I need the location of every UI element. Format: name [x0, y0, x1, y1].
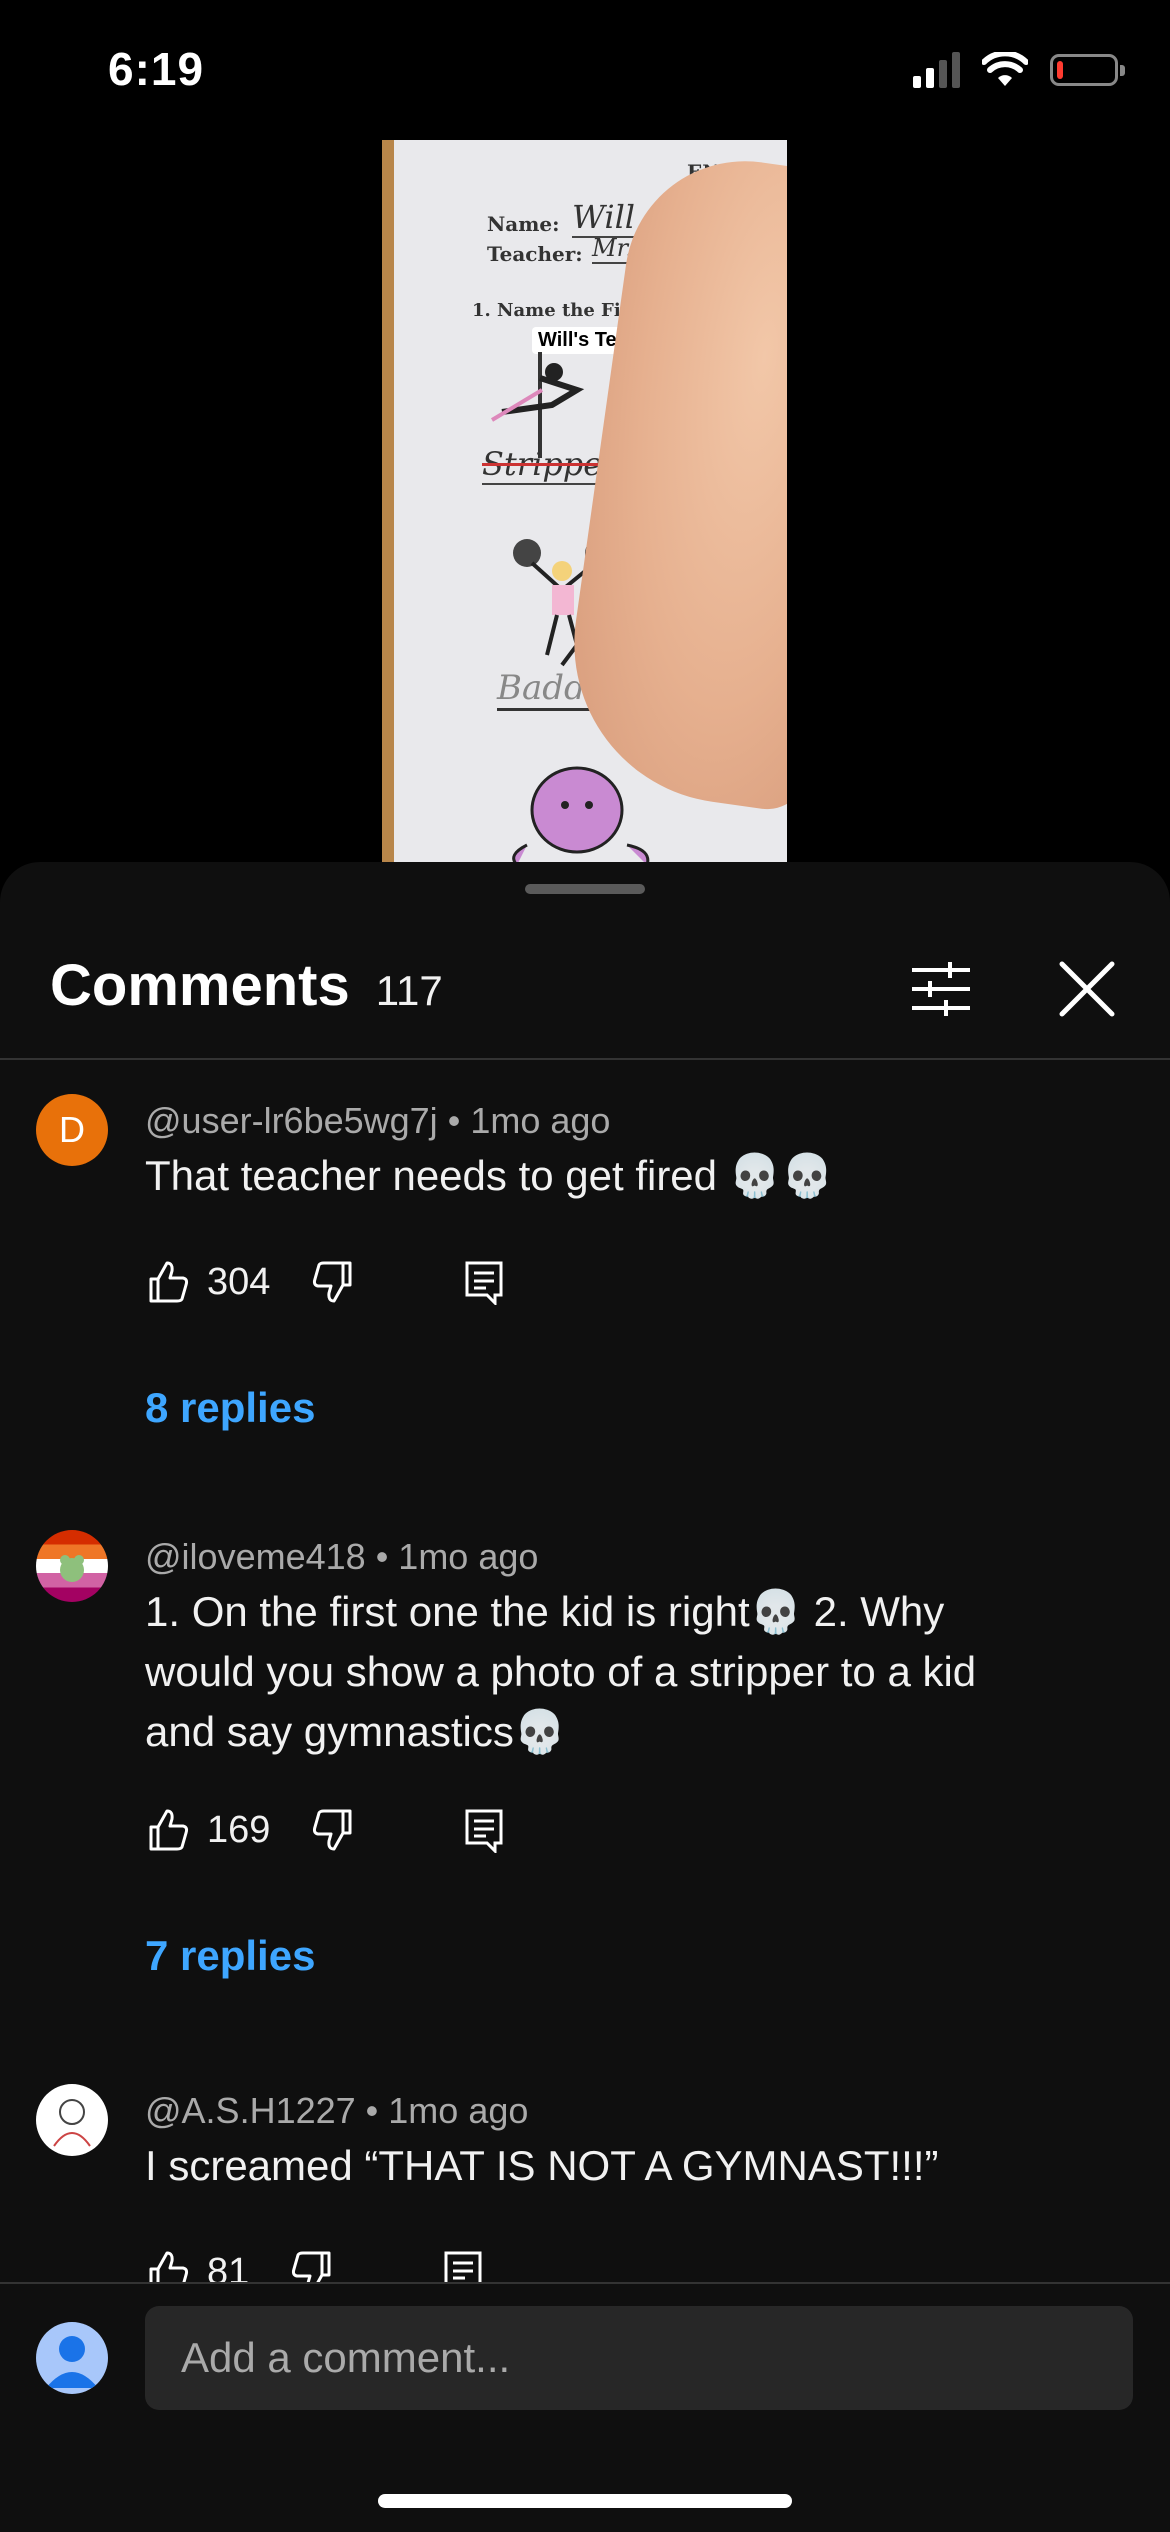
frog-avatar-icon [60, 1555, 84, 1582]
view-replies-link[interactable]: 7 replies [145, 1932, 315, 1980]
view-replies-link[interactable]: 8 replies [145, 1384, 315, 1432]
meta-separator: • [447, 1100, 471, 1141]
meta-separator: • [365, 2090, 389, 2131]
comment-author[interactable]: @A.S.H1227 [145, 2090, 356, 2131]
wifi-icon [982, 52, 1028, 86]
screen: 6:19 ENGLIS Name: Will Teacher: Mr. T 1.… [0, 0, 1170, 2532]
like-icon[interactable] [145, 1259, 191, 1305]
battery-icon [1050, 54, 1125, 86]
sort-filter-button[interactable] [906, 954, 976, 1024]
sheet-grabber[interactable] [525, 884, 645, 894]
comment-time: 1mo ago [398, 1536, 539, 1577]
close-icon [1059, 961, 1115, 1017]
comments-header: Comments 117 [50, 952, 443, 1019]
name-label: Name: [487, 212, 560, 236]
sliders-icon [912, 962, 970, 1016]
status-icons [913, 52, 1125, 88]
status-time: 6:19 [108, 43, 205, 95]
comment-author[interactable]: @iloveme418 [145, 1536, 366, 1577]
sketch-avatar-icon [53, 2099, 91, 2147]
comment-text: That teacher needs to get fired 💀💀 [145, 1152, 834, 1199]
comment-text: 1. On the first one the kid is right💀 2.… [145, 1588, 977, 1755]
comments-title: Comments [50, 953, 350, 1018]
comment-actions: 169 [145, 1800, 507, 1860]
dislike-icon[interactable] [310, 1807, 356, 1853]
like-count: 169 [207, 1808, 271, 1851]
like-icon[interactable] [145, 1807, 191, 1853]
my-avatar[interactable] [36, 2322, 108, 2394]
pole-dancer-drawing [490, 352, 585, 458]
close-button[interactable] [1052, 954, 1122, 1024]
comments-count: 117 [375, 967, 443, 1014]
cellular-signal-icon [913, 52, 960, 88]
home-indicator[interactable] [378, 2494, 792, 2508]
meta-separator: • [375, 1536, 399, 1577]
teacher-label: Teacher: [487, 242, 583, 266]
comment-time: 1mo ago [470, 1100, 611, 1141]
avatar[interactable]: D [36, 1094, 108, 1166]
comment-author[interactable]: @user-lr6be5wg7j [145, 1100, 438, 1141]
avatar[interactable] [36, 2084, 108, 2156]
comment-meta: @iloveme418 • 1mo ago [145, 1536, 538, 1578]
comment-time: 1mo ago [388, 2090, 529, 2131]
reply-icon[interactable] [461, 1807, 507, 1853]
avatar-letter: D [59, 1109, 85, 1150]
comment-meta: @A.S.H1227 • 1mo ago [145, 2090, 528, 2132]
comment-text: I screamed “THAT IS NOT A GYMNAST!!!” [145, 2142, 939, 2189]
like-count: 304 [207, 1260, 271, 1303]
user-icon [46, 2336, 98, 2388]
reply-icon[interactable] [461, 1259, 507, 1305]
comment-actions: 304 [145, 1252, 507, 1312]
avatar[interactable] [36, 1530, 108, 1602]
octopus-drawing [512, 766, 650, 862]
add-comment-input[interactable]: Add a comment... [145, 2306, 1133, 2410]
header-divider [0, 1058, 1170, 1060]
comment-meta: @user-lr6be5wg7j • 1mo ago [145, 1100, 610, 1142]
video-player[interactable]: ENGLIS Name: Will Teacher: Mr. T 1. Name… [382, 140, 787, 862]
battery-level [1057, 61, 1063, 79]
question-text: 1. Name the Fi [472, 300, 621, 321]
dislike-icon[interactable] [310, 1259, 356, 1305]
